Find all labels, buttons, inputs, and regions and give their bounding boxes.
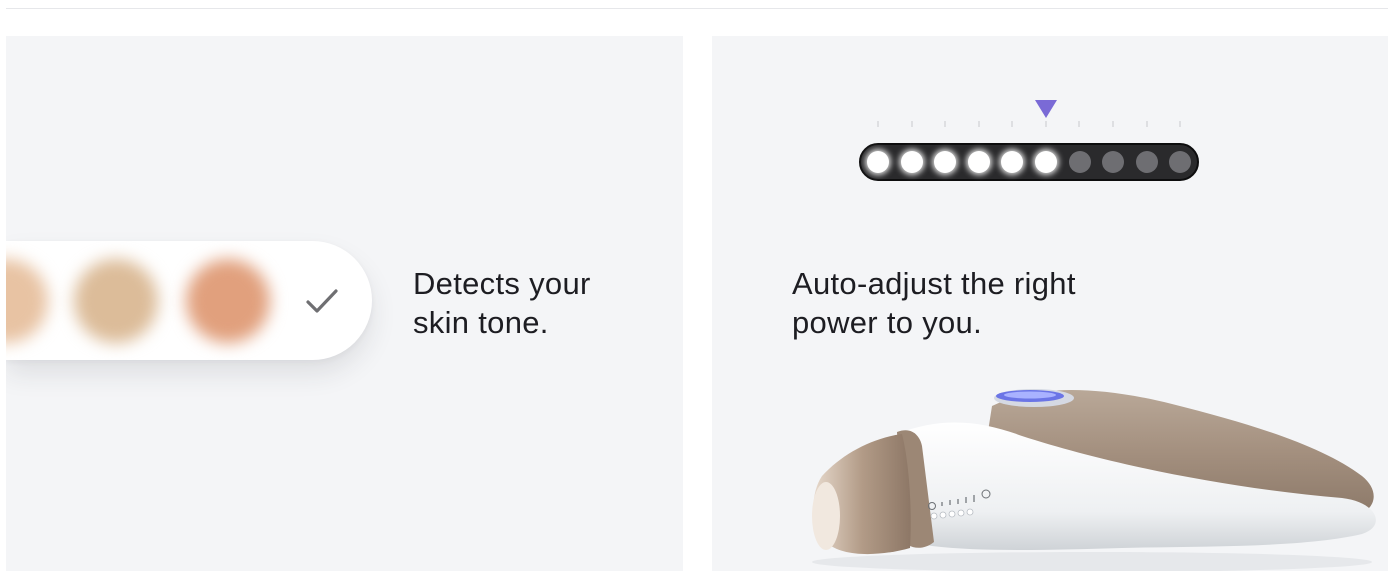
power-level-dot-4 bbox=[967, 151, 990, 173]
power-level-dot-9 bbox=[1135, 151, 1158, 173]
skin-tone-caption: Detects your skin tone. bbox=[413, 264, 673, 342]
top-divider bbox=[6, 8, 1388, 9]
skin-tone-swatch-medium bbox=[74, 259, 158, 343]
skin-tone-caption-line-2: skin tone. bbox=[413, 305, 549, 340]
power-level-dot-5 bbox=[1001, 151, 1024, 173]
power-level-dot-8 bbox=[1102, 151, 1125, 173]
skin-tone-swatch-light bbox=[6, 259, 48, 343]
power-level-dot-2 bbox=[900, 151, 923, 173]
check-icon bbox=[306, 289, 338, 313]
skin-tone-card bbox=[6, 241, 372, 360]
skin-tone-panel: Detects your skin tone. bbox=[6, 36, 683, 571]
power-level-dot-6 bbox=[1035, 151, 1057, 173]
power-level-dot-7 bbox=[1068, 151, 1091, 173]
level-ticks bbox=[877, 121, 1181, 127]
power-caption: Auto-adjust the right power to you. bbox=[792, 264, 1192, 342]
power-level-meter bbox=[859, 143, 1199, 181]
power-level-dot-1 bbox=[867, 151, 889, 173]
power-level-dot-10 bbox=[1169, 151, 1192, 173]
ipl-device-illustration bbox=[812, 389, 1376, 571]
power-caption-line-2: power to you. bbox=[792, 305, 983, 340]
level-pointer-icon bbox=[1035, 100, 1057, 118]
power-adjust-panel: Auto-adjust the right power to you. bbox=[712, 36, 1388, 571]
power-level-dot-3 bbox=[934, 151, 957, 173]
power-caption-line-1: Auto-adjust the right bbox=[792, 266, 1076, 301]
skin-tone-caption-line-1: Detects your bbox=[413, 266, 591, 301]
skin-tone-swatch-tan bbox=[186, 259, 270, 343]
